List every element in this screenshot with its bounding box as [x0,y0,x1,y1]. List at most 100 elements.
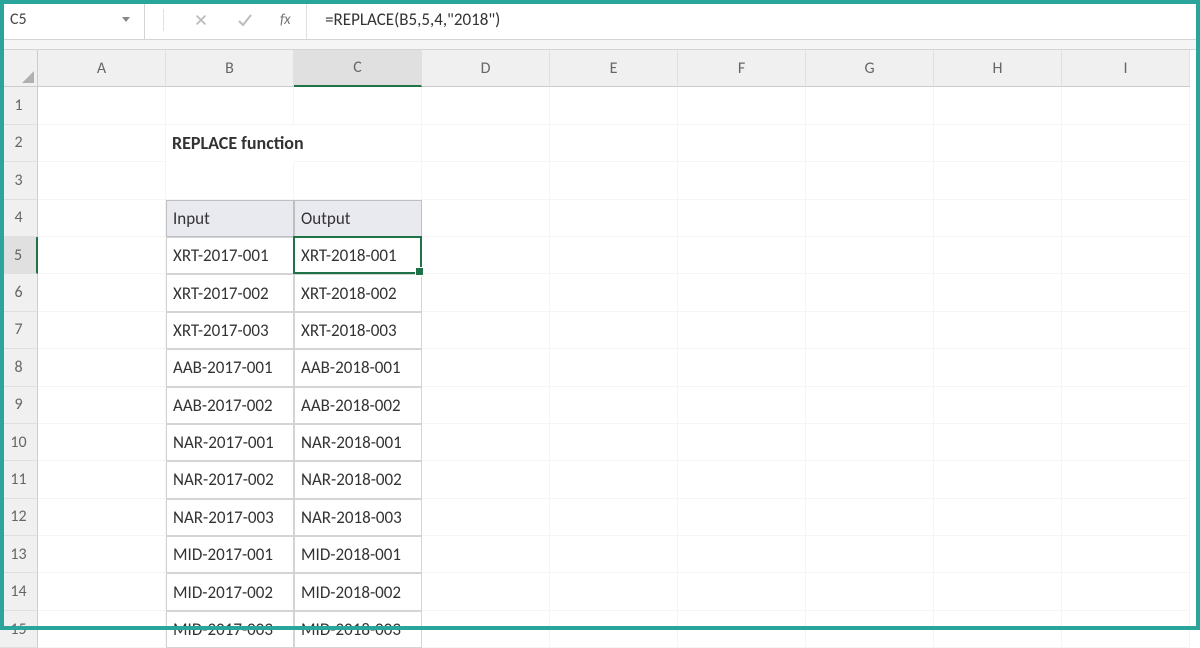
cell-I15[interactable] [1062,611,1190,648]
cell-I10[interactable] [1062,424,1190,461]
row-header-3[interactable]: 3 [0,162,38,199]
column-header-a[interactable]: A [38,50,166,87]
row-header-12[interactable]: 12 [0,499,38,536]
name-box[interactable]: C5 [0,0,145,39]
cell-E5[interactable] [550,237,678,274]
cell-A14[interactable] [38,573,166,610]
cell-C3[interactable] [294,162,422,199]
cell-C4[interactable]: Output [294,200,422,237]
cell-G4[interactable] [806,200,934,237]
column-header-b[interactable]: B [166,50,294,87]
cell-H7[interactable] [934,312,1062,349]
cell-H11[interactable] [934,461,1062,498]
row-header-10[interactable]: 10 [0,424,38,461]
row-header-14[interactable]: 14 [0,573,38,610]
cell-B12[interactable]: NAR-2017-003 [166,499,294,536]
cell-H13[interactable] [934,536,1062,573]
cell-H5[interactable] [934,237,1062,274]
cell-A2[interactable] [38,125,166,162]
cell-D10[interactable] [422,424,550,461]
cell-G11[interactable] [806,461,934,498]
cell-A7[interactable] [38,312,166,349]
cell-I14[interactable] [1062,573,1190,610]
cell-F5[interactable] [678,237,806,274]
cell-E2[interactable] [550,125,678,162]
cell-B2[interactable]: REPLACE function [166,125,294,162]
row-header-8[interactable]: 8 [0,349,38,386]
cell-G1[interactable] [806,87,934,124]
row-header-6[interactable]: 6 [0,274,38,311]
cell-G14[interactable] [806,573,934,610]
row-header-11[interactable]: 11 [0,461,38,498]
cell-B3[interactable] [166,162,294,199]
cell-B10[interactable]: NAR-2017-001 [166,424,294,461]
cell-I7[interactable] [1062,312,1190,349]
cell-A8[interactable] [38,349,166,386]
cell-F8[interactable] [678,349,806,386]
cell-D2[interactable] [422,125,550,162]
cell-D5[interactable] [422,237,550,274]
cell-H14[interactable] [934,573,1062,610]
cell-A11[interactable] [38,461,166,498]
cell-B8[interactable]: AAB-2017-001 [166,349,294,386]
cell-C2[interactable] [294,125,422,162]
cell-G15[interactable] [806,611,934,648]
cell-A3[interactable] [38,162,166,199]
cell-I11[interactable] [1062,461,1190,498]
cell-G10[interactable] [806,424,934,461]
cell-F3[interactable] [678,162,806,199]
cell-H10[interactable] [934,424,1062,461]
fx-icon[interactable]: fx [280,11,290,29]
cell-B9[interactable]: AAB-2017-002 [166,387,294,424]
cell-E4[interactable] [550,200,678,237]
cell-G7[interactable] [806,312,934,349]
cell-F11[interactable] [678,461,806,498]
cell-H8[interactable] [934,349,1062,386]
cell-D8[interactable] [422,349,550,386]
cell-G13[interactable] [806,536,934,573]
cell-A6[interactable] [38,274,166,311]
cell-A13[interactable] [38,536,166,573]
cell-A10[interactable] [38,424,166,461]
row-header-4[interactable]: 4 [0,200,38,237]
cell-D11[interactable] [422,461,550,498]
cell-B6[interactable]: XRT-2017-002 [166,274,294,311]
cell-G9[interactable] [806,387,934,424]
cell-B14[interactable]: MID-2017-002 [166,573,294,610]
cell-E7[interactable] [550,312,678,349]
cell-F4[interactable] [678,200,806,237]
cell-E3[interactable] [550,162,678,199]
cell-C7[interactable]: XRT-2018-003 [294,312,422,349]
cell-D4[interactable] [422,200,550,237]
cell-A1[interactable] [38,87,166,124]
cell-D3[interactable] [422,162,550,199]
cell-B15[interactable]: MID-2017-003 [166,611,294,648]
cell-B13[interactable]: MID-2017-001 [166,536,294,573]
cell-I1[interactable] [1062,87,1190,124]
cell-C11[interactable]: NAR-2018-002 [294,461,422,498]
column-header-c[interactable]: C [294,50,422,87]
cell-I8[interactable] [1062,349,1190,386]
cell-H9[interactable] [934,387,1062,424]
cell-D13[interactable] [422,536,550,573]
cell-E13[interactable] [550,536,678,573]
cell-D6[interactable] [422,274,550,311]
cell-F9[interactable] [678,387,806,424]
cell-F14[interactable] [678,573,806,610]
cell-E8[interactable] [550,349,678,386]
cell-G12[interactable] [806,499,934,536]
cell-B4[interactable]: Input [166,200,294,237]
chevron-down-icon[interactable] [122,17,130,22]
cell-I5[interactable] [1062,237,1190,274]
cell-I12[interactable] [1062,499,1190,536]
cell-E9[interactable] [550,387,678,424]
cell-F7[interactable] [678,312,806,349]
cell-H4[interactable] [934,200,1062,237]
cell-E6[interactable] [550,274,678,311]
cell-H12[interactable] [934,499,1062,536]
cell-F12[interactable] [678,499,806,536]
cell-C13[interactable]: MID-2018-001 [294,536,422,573]
cell-B7[interactable]: XRT-2017-003 [166,312,294,349]
cell-C1[interactable] [294,87,422,124]
confirm-icon[interactable] [236,11,254,29]
